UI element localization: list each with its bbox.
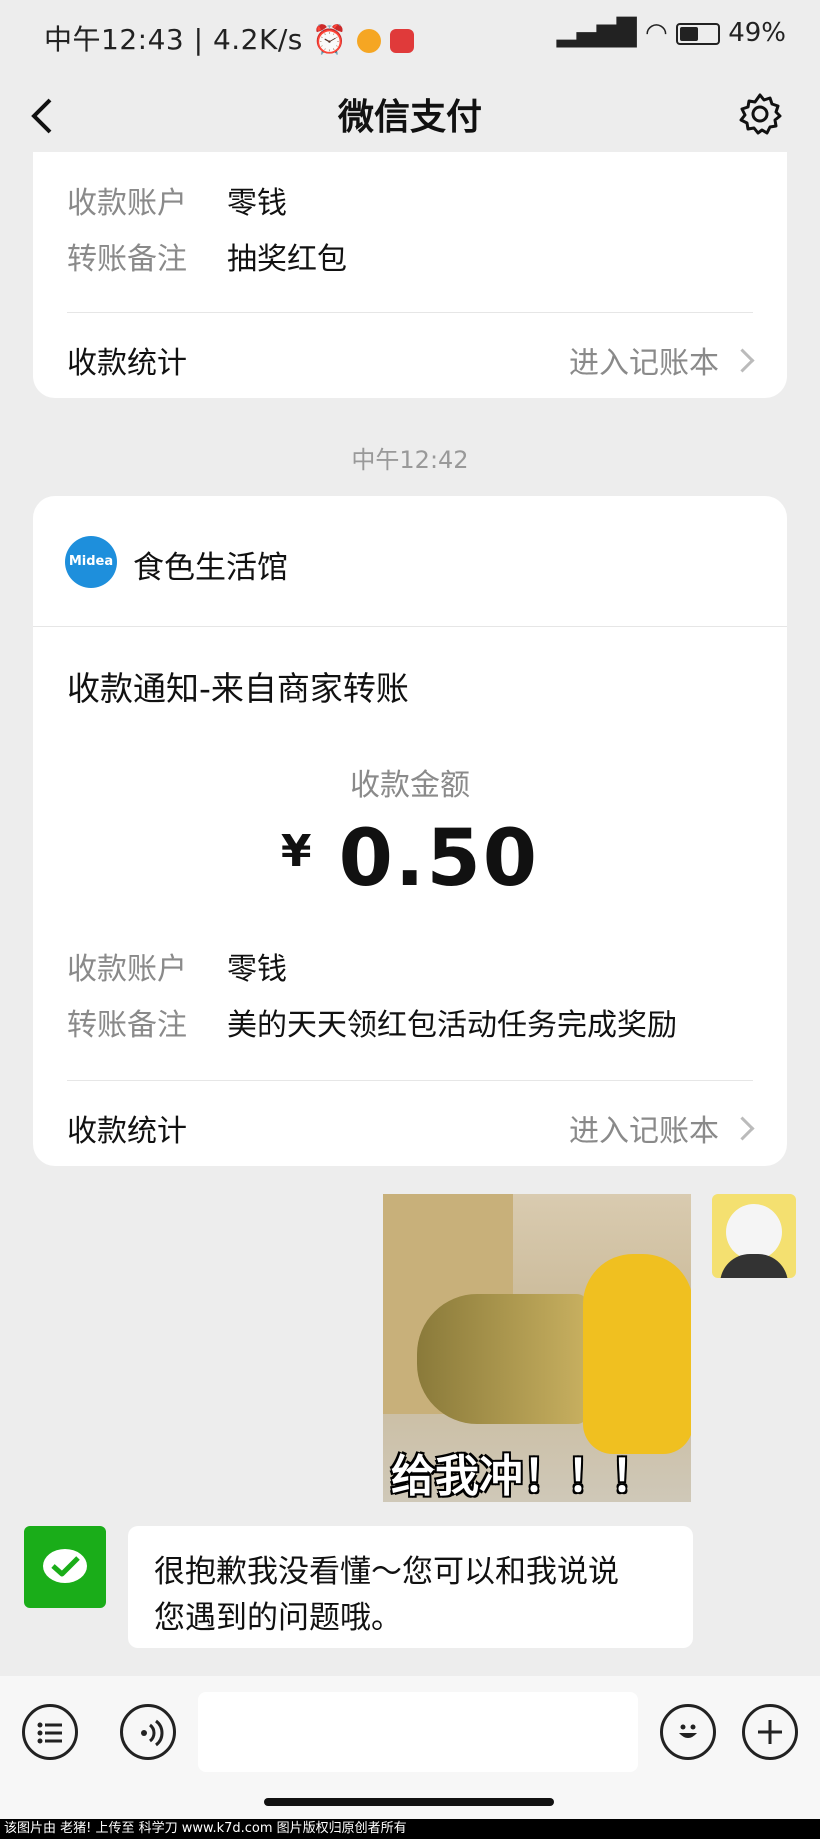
input-bar (0, 1676, 820, 1839)
app-notification-icon (390, 29, 415, 53)
payment-card-previous: 收款账户 零钱 转账备注 抽奖红包 收款统计 进入记账本 (33, 152, 787, 398)
account-value: 零钱 (227, 952, 287, 987)
account-label: 收款账户 (67, 186, 187, 221)
reply-line-2: 您遇到的问题哦。 (154, 1600, 402, 1636)
stats-label[interactable]: 收款统计 (67, 338, 187, 382)
watermark-footer: 该图片由 老猪! 上传至 科学刀 www.k7d.com 图片版权归原创者所有 (0, 1819, 820, 1839)
remark-value: 美的天天领红包活动任务完成奖励 (227, 1008, 677, 1043)
avatar-face (726, 1204, 782, 1260)
merchant-logo: Midea (65, 536, 117, 588)
character-shape (583, 1254, 691, 1454)
message-timestamp: 中午12:42 (351, 446, 469, 474)
remark-value: 抽奖红包 (227, 242, 347, 277)
wifi-icon: ◠ (644, 18, 668, 48)
status-left: 中午12:43 | 4.2K/s ⏰ (44, 18, 415, 58)
ledger-link[interactable]: 进入记账本 (569, 1106, 719, 1150)
emoji-button[interactable] (660, 1704, 716, 1760)
home-indicator (264, 1798, 554, 1806)
amount-row: ¥ 0.50 (33, 814, 787, 904)
amount-label: 收款金额 (350, 768, 470, 803)
menu-list-button[interactable] (22, 1704, 78, 1760)
battery-level: 49% (728, 18, 786, 48)
network-speed: 4.2K/s (212, 23, 303, 56)
stats-label[interactable]: 收款统计 (67, 1106, 187, 1150)
nav-bar: 微信支付 (0, 70, 820, 162)
status-time: 中午12:43 (44, 23, 185, 56)
chevron-right-icon (730, 348, 755, 373)
merchant-name[interactable]: 食色生活馆 (133, 542, 288, 587)
avatar[interactable] (712, 1194, 796, 1278)
divider (67, 312, 753, 313)
alarm-icon: ⏰ (312, 23, 348, 56)
notice-title: 收款通知-来自商家转账 (67, 669, 409, 708)
reply-bubble: 很抱歉我没看懂～您可以和我说说 您遇到的问题哦。 (128, 1526, 693, 1648)
message-input[interactable] (198, 1692, 638, 1772)
chevron-right-icon (730, 1116, 755, 1141)
status-right: ▂▄▆█ ◠ 49% (557, 18, 786, 48)
avatar-body (720, 1254, 788, 1278)
voice-button[interactable] (120, 1704, 176, 1760)
sticker-image[interactable]: 给我冲！！！ (383, 1194, 691, 1502)
weibo-icon (357, 29, 382, 53)
list-icon (37, 1722, 62, 1744)
account-label: 收款账户 (67, 952, 187, 987)
wechat-pay-icon (43, 1549, 87, 1583)
remark-label: 转账备注 (67, 242, 187, 277)
gear-icon[interactable] (736, 90, 784, 138)
remark-label: 转账备注 (67, 1008, 187, 1043)
voice-icon (141, 1719, 164, 1747)
currency-symbol: ¥ (280, 826, 312, 877)
amount-value: 0.50 (338, 814, 540, 904)
signal-icon: ▂▄▆█ (556, 18, 637, 48)
plus-icon (758, 1720, 782, 1744)
divider (33, 626, 787, 627)
sticker-caption: 给我冲！！！ (391, 1451, 655, 1502)
add-button[interactable] (742, 1704, 798, 1760)
account-value: 零钱 (227, 186, 287, 221)
ledger-link[interactable]: 进入记账本 (569, 338, 719, 382)
megaphone-shape (417, 1294, 587, 1424)
payment-card[interactable]: Midea 食色生活馆 收款通知-来自商家转账 收款金额 ¥ 0.50 收款账户… (33, 496, 787, 1166)
battery-icon (675, 22, 720, 45)
divider (67, 1080, 753, 1081)
reply-line-1: 很抱歉我没看懂～您可以和我说说 (154, 1554, 619, 1590)
status-bar: 中午12:43 | 4.2K/s ⏰ ▂▄▆█ ◠ 49% (0, 0, 820, 70)
wechat-pay-avatar[interactable] (24, 1526, 106, 1608)
emoji-icon (679, 1724, 697, 1738)
page-title: 微信支付 (337, 97, 482, 138)
